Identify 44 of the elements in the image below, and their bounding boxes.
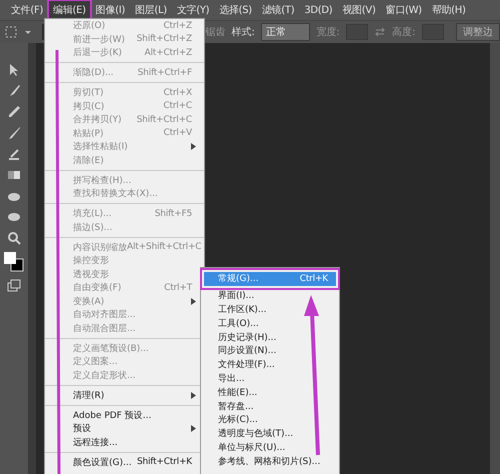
menu-title[interactable]: 视图(V) bbox=[337, 0, 381, 20]
menu-item[interactable]: 性能(E)... bbox=[204, 385, 336, 400]
menu-item[interactable]: 历史记录(H)... bbox=[204, 330, 336, 344]
menu-title[interactable]: 文件(F) bbox=[6, 0, 48, 20]
menu-title[interactable]: 选择(S) bbox=[214, 0, 257, 20]
brush-tool-icon[interactable] bbox=[7, 126, 21, 140]
marquee-icon[interactable] bbox=[4, 25, 18, 39]
menu-item[interactable]: 清理(R) bbox=[45, 388, 204, 402]
refine-edge-button[interactable]: 调整边 bbox=[456, 23, 500, 41]
menu-title[interactable]: 3D(D) bbox=[299, 2, 338, 18]
menu-item[interactable]: 颜色设置(G)... Shift+Ctrl+K bbox=[45, 456, 204, 469]
menu-item[interactable]: 工具(O)... bbox=[204, 316, 336, 330]
height-label: 高度: bbox=[392, 26, 416, 39]
screen-mode-icon[interactable] bbox=[7, 279, 21, 293]
menu-item[interactable]: 预设 bbox=[45, 422, 204, 436]
color-swatches-icon[interactable] bbox=[4, 252, 24, 272]
menu-item[interactable]: 导出... bbox=[204, 372, 336, 386]
menu-title[interactable]: 滤镜(T) bbox=[256, 0, 300, 20]
menu-item[interactable]: Adobe PDF 预设... bbox=[45, 408, 204, 422]
menu-title[interactable]: 图像(I) bbox=[90, 0, 130, 20]
menu-item[interactable]: 暂存盘... bbox=[204, 399, 336, 413]
menu-item[interactable]: 透明度与色域(T)... bbox=[204, 426, 336, 441]
menu-item[interactable]: 文件处理(F)... bbox=[204, 358, 336, 372]
menu-item[interactable]: 同步设置(N)... bbox=[204, 344, 336, 358]
menu-title[interactable]: 窗口(W) bbox=[380, 0, 427, 20]
menu-title[interactable]: 文字(Y) bbox=[172, 0, 214, 20]
antialias-label: 锯齿 bbox=[206, 26, 226, 39]
menu-item[interactable]: 界面(I)... bbox=[204, 288, 336, 303]
menu-title[interactable]: 编辑(E) bbox=[48, 0, 91, 20]
width-label: 宽度: bbox=[316, 26, 340, 39]
brush-tool-icon[interactable] bbox=[7, 84, 21, 98]
gradient-tool-icon[interactable] bbox=[7, 168, 21, 182]
menu-item[interactable]: 光标(C)... bbox=[204, 412, 336, 427]
menu-title[interactable]: 帮助(H) bbox=[426, 0, 471, 20]
style-label: 样式: bbox=[232, 26, 255, 39]
menu-item[interactable]: 单位与标尺(U)... bbox=[204, 440, 336, 454]
search-icon[interactable] bbox=[7, 231, 21, 245]
menu-item[interactable]: 远程连接... bbox=[45, 436, 204, 449]
style-dropdown[interactable]: 正常 bbox=[260, 23, 310, 41]
menu-item[interactable]: 参考线、网格和切片(S)... bbox=[204, 454, 336, 468]
ellipse-tool-icon[interactable] bbox=[7, 210, 21, 224]
menu-item[interactable]: 工作区(K)... bbox=[204, 302, 336, 316]
menu-item[interactable]: 常规(G)... Ctrl+K bbox=[204, 272, 336, 286]
menu-title[interactable]: 图层(L) bbox=[130, 0, 172, 20]
